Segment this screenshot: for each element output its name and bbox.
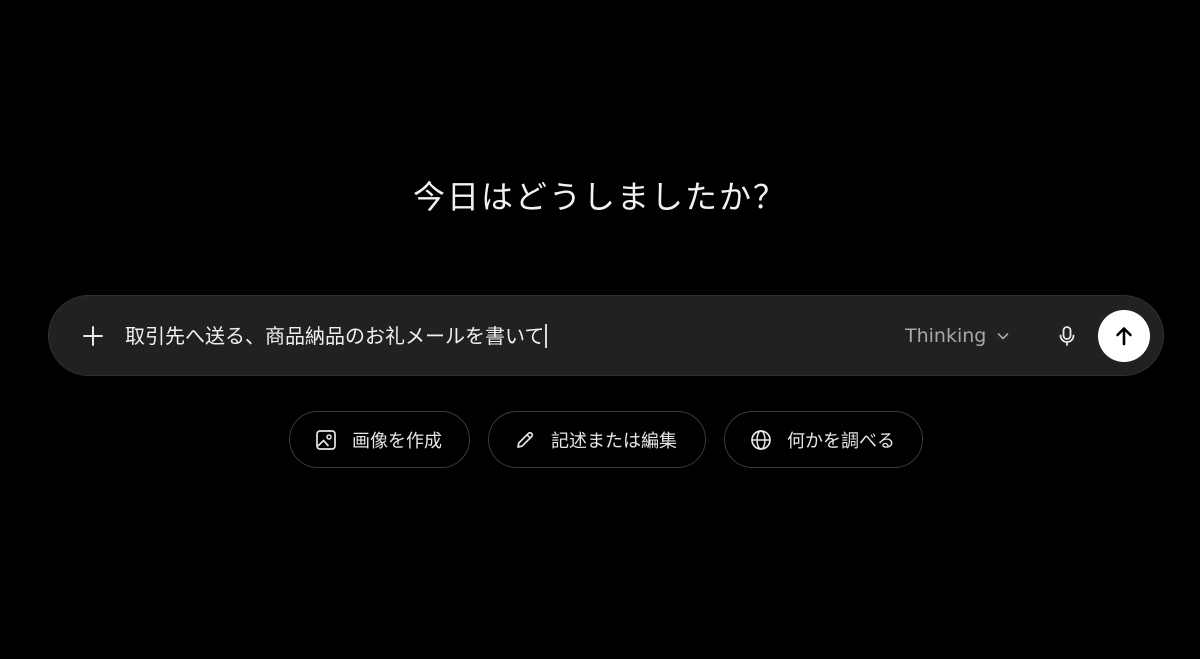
voice-input-button[interactable] (1047, 316, 1087, 356)
prompt-input[interactable]: 取引先へ送る、商品納品のお礼メールを書いて (125, 321, 548, 351)
model-selector[interactable]: Thinking (905, 322, 1010, 350)
image-icon (314, 428, 338, 452)
suggestion-label: 画像を作成 (352, 430, 442, 452)
prompt-input-value: 取引先へ送る、商品納品のお礼メールを書いて (125, 324, 545, 348)
suggestion-write-or-edit[interactable]: 記述または編集 (488, 411, 706, 468)
suggestion-create-image[interactable]: 画像を作成 (289, 411, 470, 468)
microphone-icon (1055, 324, 1079, 348)
chevron-down-icon (996, 329, 1010, 343)
model-selector-label: Thinking (905, 325, 987, 347)
chat-home-page: 今日はどうしましたか？ 取引先へ送る、商品納品のお礼メールを書いて Thinki… (0, 0, 1200, 659)
greeting-heading: 今日はどうしましたか？ (412, 178, 787, 216)
send-button[interactable] (1098, 310, 1150, 362)
prompt-composer: 取引先へ送る、商品納品のお礼メールを書いて Thinking (48, 295, 1164, 376)
pencil-icon (513, 428, 537, 452)
suggestion-research[interactable]: 何かを調べる (724, 411, 923, 468)
arrow-up-icon (1112, 324, 1136, 348)
plus-icon (81, 324, 105, 348)
text-caret (545, 324, 548, 348)
globe-icon (749, 428, 773, 452)
suggestion-label: 記述または編集 (551, 430, 677, 452)
suggestion-label: 何かを調べる (787, 430, 895, 452)
add-attachment-button[interactable] (73, 316, 113, 356)
